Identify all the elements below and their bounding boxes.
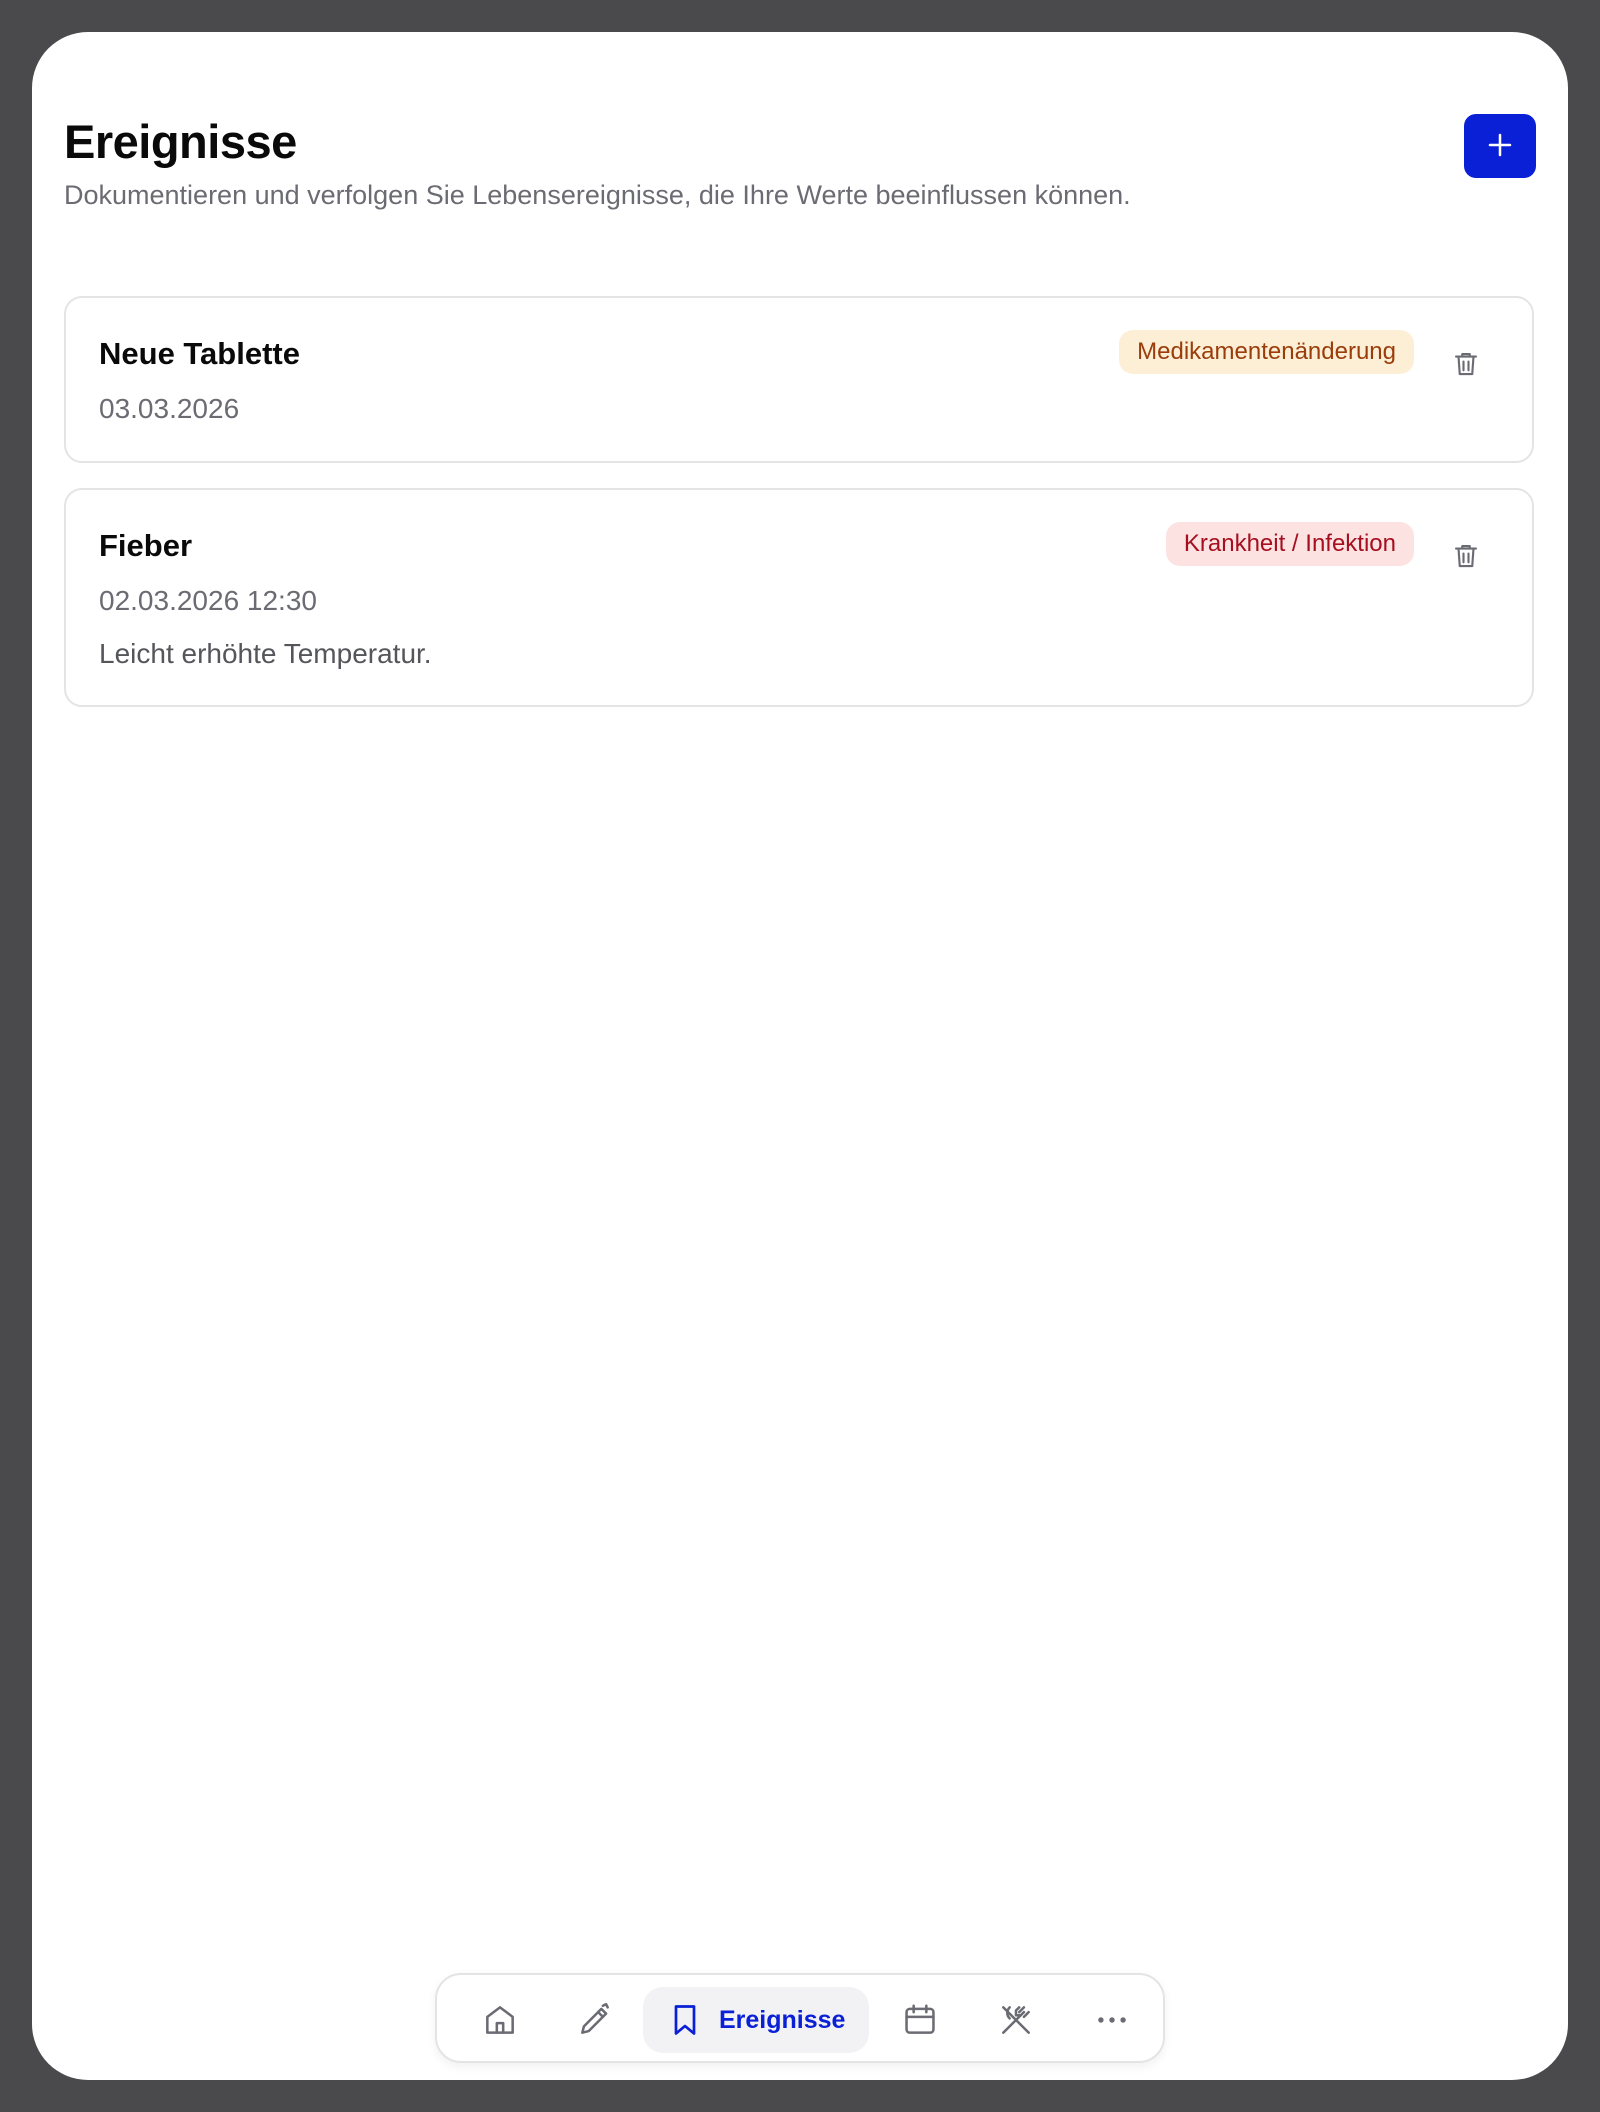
pen-icon bbox=[576, 2001, 614, 2039]
fork-knife-crossed-icon bbox=[997, 2001, 1035, 2039]
event-note: Leicht erhöhte Temperatur. bbox=[99, 638, 432, 669]
nav-item-home[interactable] bbox=[467, 1987, 533, 2053]
nav-item-more[interactable] bbox=[1079, 1987, 1145, 2053]
bottom-navigation: Ereignisse bbox=[435, 1973, 1165, 2063]
calendar-icon bbox=[901, 2001, 939, 2039]
event-card[interactable]: Fieber 02.03.2026 12:30 Leicht erhöhte T… bbox=[64, 488, 1534, 707]
bookmark-icon bbox=[667, 2001, 703, 2039]
trash-icon bbox=[1451, 348, 1481, 385]
event-category-badge: Krankheit / Infektion bbox=[1165, 522, 1414, 566]
app-screen: Ereignisse Dokumentieren und verfolgen S… bbox=[32, 32, 1568, 2080]
delete-event-button[interactable] bbox=[1448, 348, 1484, 384]
event-date: 02.03.2026 12:30 bbox=[99, 585, 317, 616]
event-date: 03.03.2026 bbox=[99, 393, 240, 424]
nav-item-entry[interactable] bbox=[562, 1987, 628, 2053]
delete-event-button[interactable] bbox=[1448, 540, 1484, 576]
plus-icon bbox=[1485, 130, 1515, 163]
nav-item-meals[interactable] bbox=[983, 1987, 1049, 2053]
add-event-button[interactable] bbox=[1464, 114, 1536, 178]
event-title: Fieber bbox=[99, 528, 193, 563]
nav-item-calendar[interactable] bbox=[887, 1987, 953, 2053]
nav-item-label: Ereignisse bbox=[719, 2005, 846, 2034]
more-dots-icon bbox=[1093, 2001, 1131, 2039]
event-card[interactable]: Neue Tablette 03.03.2026 Medikamentenänd… bbox=[64, 296, 1534, 463]
event-category-badge: Medikamentenänderung bbox=[1119, 330, 1414, 374]
home-icon bbox=[481, 2001, 519, 2039]
page-subtitle: Dokumentieren und verfolgen Sie Lebenser… bbox=[64, 180, 1131, 211]
trash-icon bbox=[1451, 540, 1481, 577]
nav-item-ereignisse[interactable]: Ereignisse bbox=[643, 1987, 870, 2053]
event-title: Neue Tablette bbox=[99, 336, 300, 371]
page-title: Ereignisse bbox=[64, 115, 297, 168]
page-header: Ereignisse Dokumentieren und verfolgen S… bbox=[64, 114, 1536, 213]
